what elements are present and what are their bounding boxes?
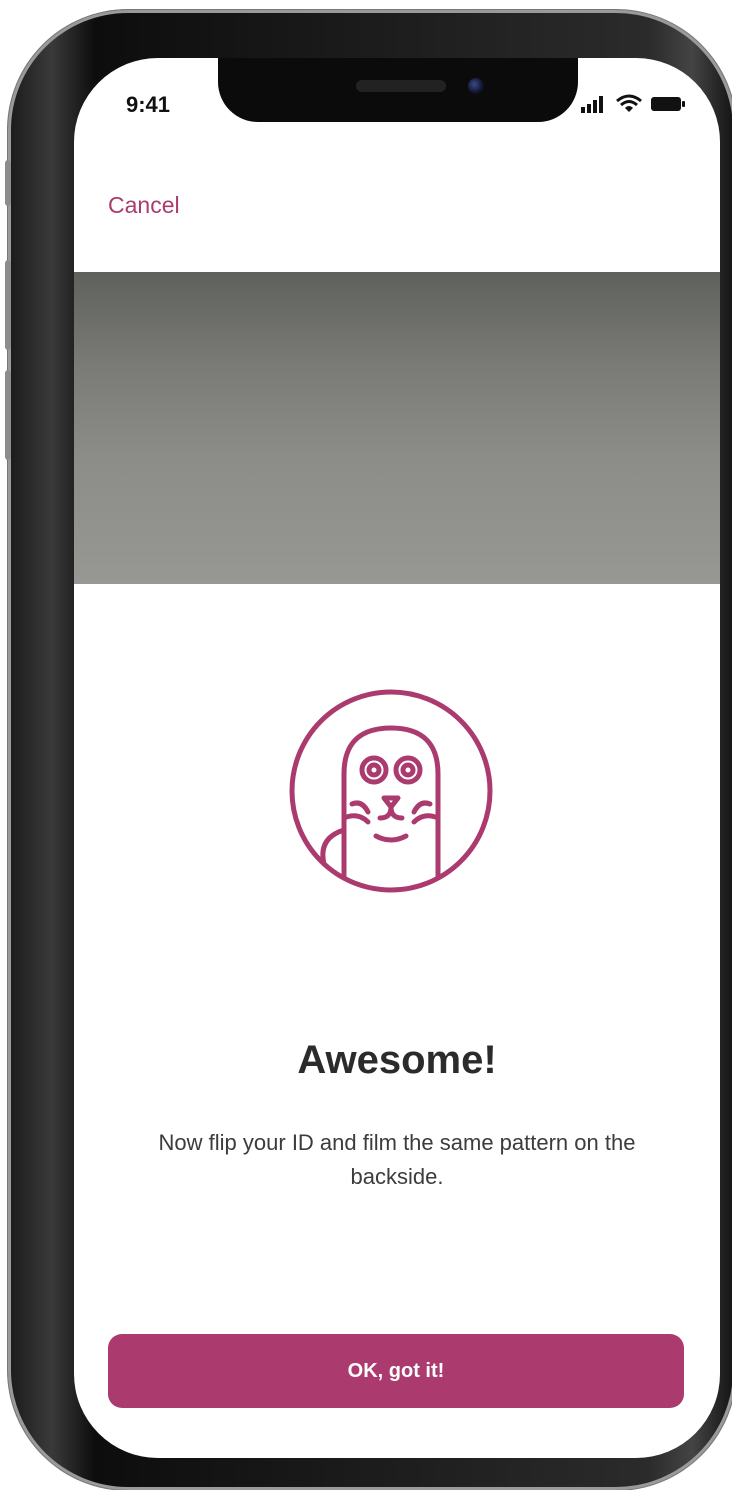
phone-frame: 9:41 Cancel Awesome! Now flip your ID an… xyxy=(5,10,732,1490)
page-title: Awesome! xyxy=(297,1038,497,1082)
mute-switch xyxy=(5,160,11,206)
instruction-text: Now flip your ID and film the same patte… xyxy=(158,1130,636,1189)
volume-down-button xyxy=(5,370,11,460)
camera-viewfinder xyxy=(74,272,720,584)
wifi-icon xyxy=(616,94,642,112)
cancel-button[interactable]: Cancel xyxy=(108,192,180,219)
status-time: 9:41 xyxy=(126,92,171,117)
speaker-grille xyxy=(356,80,446,92)
front-camera xyxy=(468,78,484,94)
status-icons xyxy=(580,94,686,114)
battery-icon xyxy=(651,97,685,111)
phone-screen: 9:41 Cancel Awesome! Now flip your ID an… xyxy=(74,58,720,1458)
volume-up-button xyxy=(5,260,11,350)
seal-icon xyxy=(289,689,493,893)
signal-icon xyxy=(581,96,603,113)
ok-got-it-button[interactable]: OK, got it! xyxy=(108,1334,684,1408)
notch xyxy=(218,58,578,122)
